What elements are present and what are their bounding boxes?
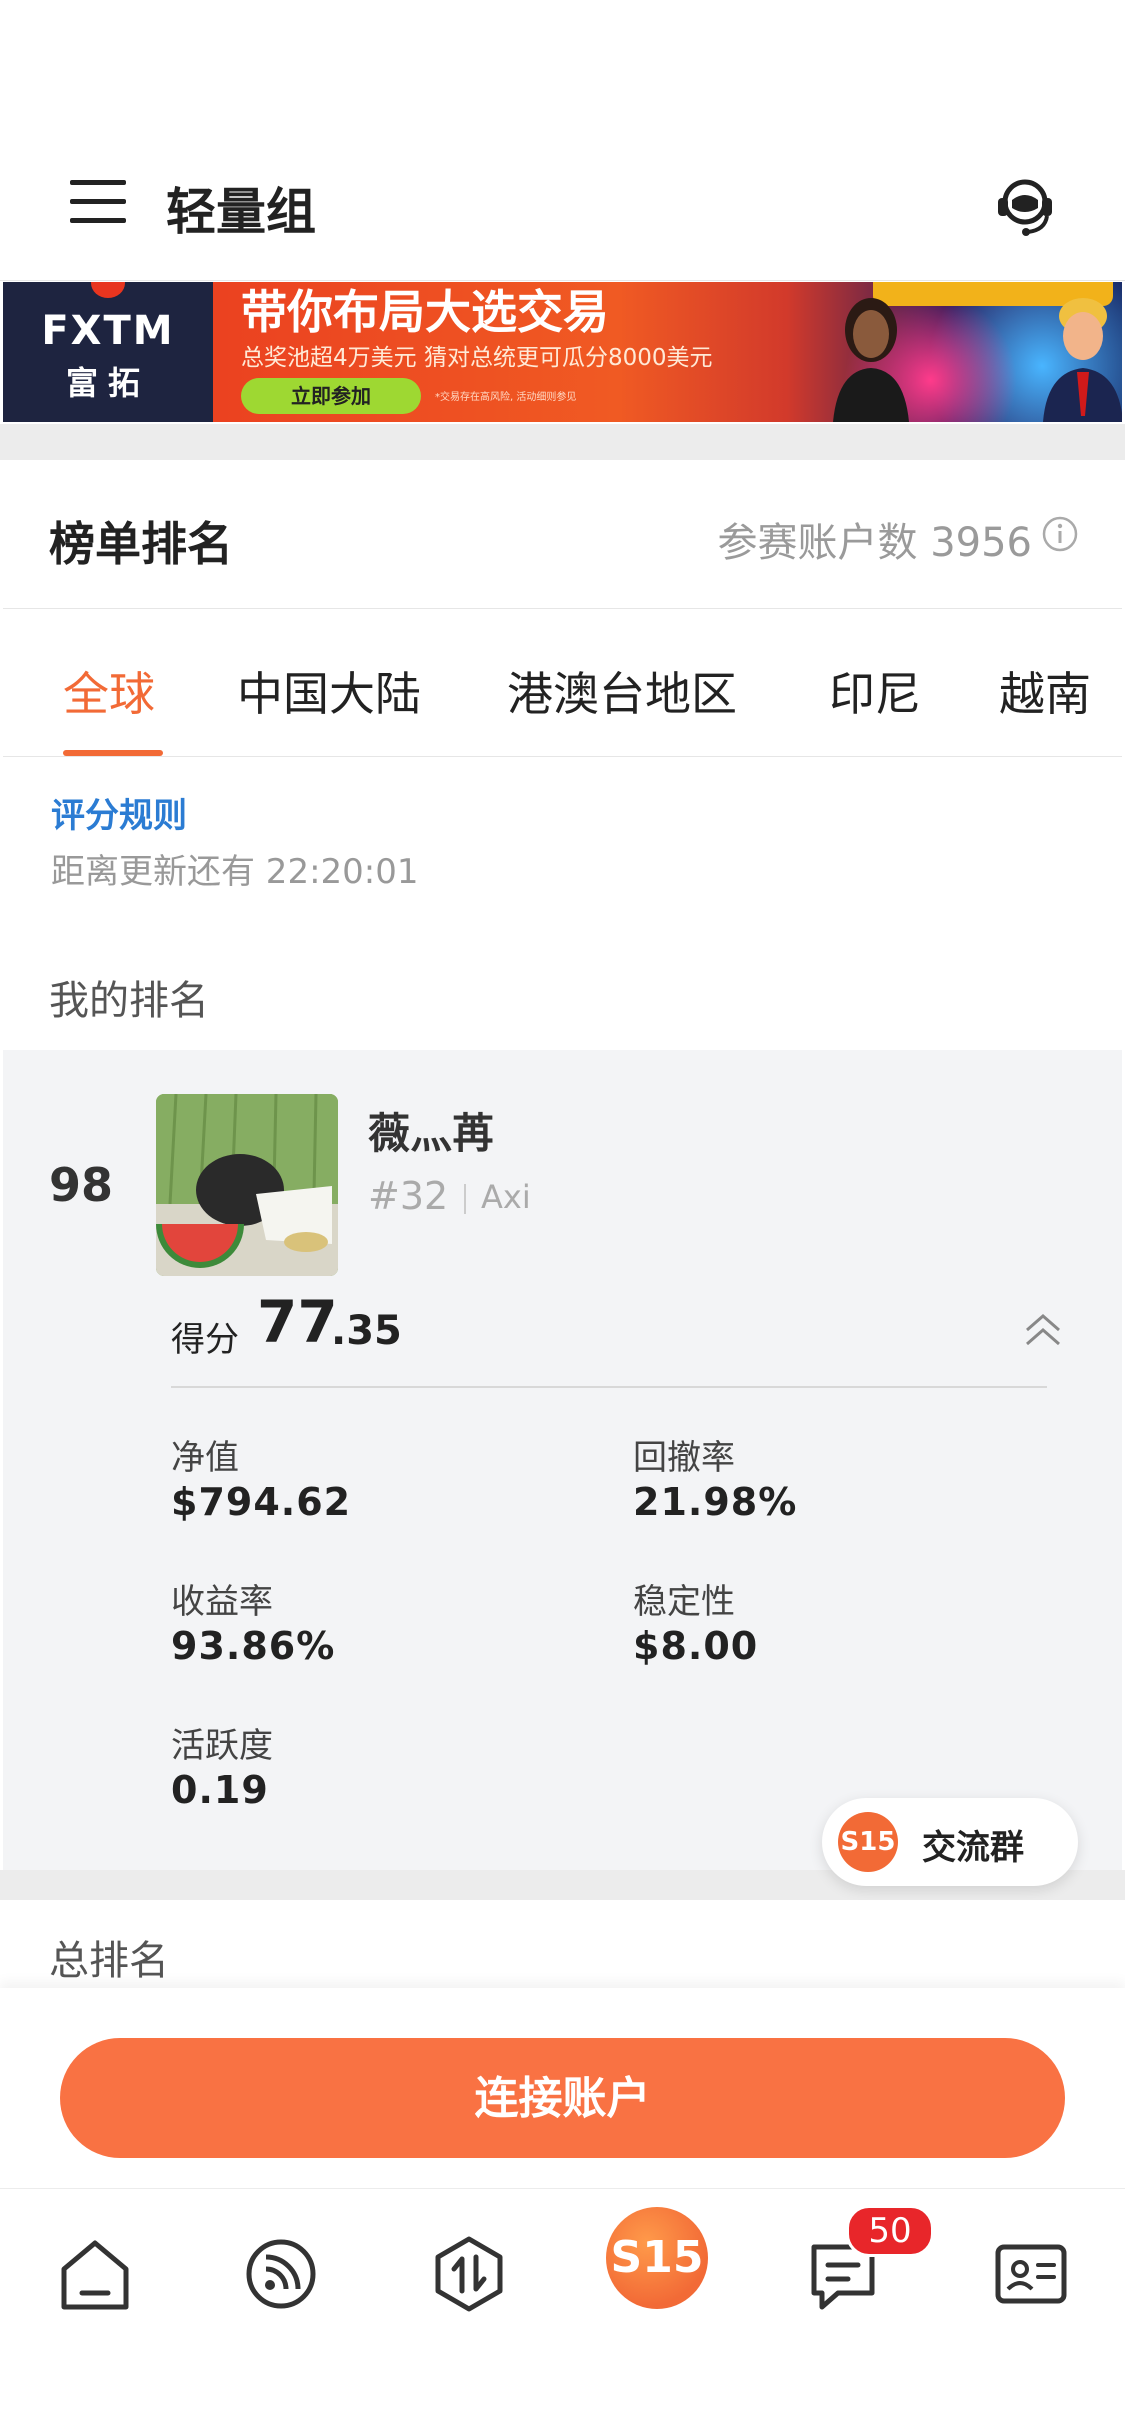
- activity-value: 0.19: [171, 1768, 269, 1812]
- overall-ranking-header: 总排名: [3, 1900, 1122, 1990]
- net-value-label: 净值: [171, 1438, 239, 1478]
- stability-label: 稳定性: [633, 1582, 735, 1622]
- user-rank: #32: [368, 1174, 449, 1218]
- profile-icon[interactable]: [986, 2229, 1076, 2319]
- promo-banner[interactable]: FXTM 富拓 带你布局大选交易 总奖池超4万美元 猜对总统更可瓜分8000美元…: [3, 282, 1122, 422]
- tab-vietnam[interactable]: 越南: [999, 658, 1091, 724]
- bottom-bar: 连接账户 S15 50: [0, 1988, 1125, 2436]
- scoring-rules-link[interactable]: 评分规则: [51, 788, 187, 837]
- page: 轻量组 FXTM 富拓 带你布局大选交易 总奖池超4万美元 猜对总统更可瓜分80…: [0, 0, 1125, 2436]
- s15-home-button[interactable]: S15: [606, 2207, 708, 2309]
- app-header: 轻量组: [0, 132, 1125, 281]
- my-ranking-card: 98 薇灬苒 #32 Axi 得分 77 .35 净值 $794.62 回撤率 …: [3, 1050, 1122, 1870]
- chat-group-label: 交流群: [922, 1828, 1024, 1868]
- banner-fine-print: *交易存在高风险, 活动细则参见: [435, 392, 577, 403]
- feed-icon[interactable]: [236, 2229, 326, 2319]
- menu-icon[interactable]: [70, 180, 126, 228]
- s15-logo: S15: [838, 1812, 898, 1872]
- tab-indonesia[interactable]: 印尼: [829, 658, 921, 724]
- person-illustration-1: [833, 298, 909, 422]
- ranking-title: 榜单排名: [49, 517, 233, 571]
- banner-subline: 总奖池超4万美元 猜对总统更可瓜分8000美元: [241, 345, 713, 371]
- participants-count: 参赛账户数 3956: [717, 520, 1032, 566]
- connect-account-button[interactable]: 连接账户: [60, 2038, 1065, 2158]
- person-illustration-2: [1043, 298, 1122, 422]
- overall-ranking-label: 总排名: [49, 1938, 169, 1984]
- drawdown-label: 回撤率: [633, 1438, 735, 1478]
- active-tab-indicator: [63, 750, 163, 756]
- activity-label: 活跃度: [171, 1726, 273, 1766]
- tab-hk-macau-taiwan[interactable]: 港澳台地区: [507, 658, 737, 724]
- broker-name: Axi: [481, 1178, 531, 1216]
- return-value: 93.86%: [171, 1624, 336, 1668]
- stability-value: $8.00: [633, 1624, 759, 1668]
- chat-group-button[interactable]: S15 交流群: [822, 1798, 1078, 1886]
- banner-brand-cn: 富拓: [65, 364, 150, 402]
- my-ranking-header: 我的排名: [3, 928, 1122, 1050]
- tab-mainland-china[interactable]: 中国大陆: [237, 658, 421, 724]
- tab-bar: S15 50: [0, 2188, 1125, 2369]
- home-icon[interactable]: [50, 2229, 140, 2319]
- avatar[interactable]: [156, 1094, 338, 1276]
- return-label: 收益率: [171, 1582, 273, 1622]
- region-tabs: 全球 中国大陆 港澳台地区 印尼 越南: [3, 610, 1122, 757]
- drawdown-value: 21.98%: [633, 1480, 798, 1524]
- banner-cta-button[interactable]: 立即参加: [241, 378, 421, 414]
- message-badge: 50: [846, 2205, 934, 2257]
- section-gap: [0, 424, 1125, 460]
- ranking-header: 榜单排名 参赛账户数 3956: [3, 460, 1122, 609]
- trade-icon[interactable]: [424, 2229, 514, 2319]
- divider: [171, 1386, 1047, 1388]
- score-integer: 77: [257, 1288, 338, 1356]
- rules-section: 评分规则 距离更新还有 22:20:01: [3, 758, 1122, 929]
- banner-headline: 带你布局大选交易: [241, 285, 609, 339]
- username: 薇灬苒: [368, 1109, 495, 1158]
- update-countdown: 距离更新还有 22:20:01: [51, 852, 419, 892]
- score-label: 得分: [171, 1320, 239, 1360]
- separator: [464, 1184, 466, 1214]
- rank-number: 98: [49, 1158, 114, 1212]
- banner-brand: FXTM: [41, 308, 175, 354]
- page-title: 轻量组: [166, 183, 316, 241]
- customer-service-icon[interactable]: [990, 170, 1060, 240]
- score-decimal: .35: [331, 1308, 402, 1354]
- info-icon[interactable]: [1042, 516, 1078, 552]
- flame-icon: [91, 282, 125, 298]
- my-ranking-label: 我的排名: [49, 978, 209, 1024]
- tab-global[interactable]: 全球: [63, 658, 155, 724]
- net-value: $794.62: [171, 1480, 352, 1524]
- chevron-up-icon[interactable]: [1023, 1312, 1063, 1348]
- banner-logo: FXTM 富拓: [3, 282, 213, 422]
